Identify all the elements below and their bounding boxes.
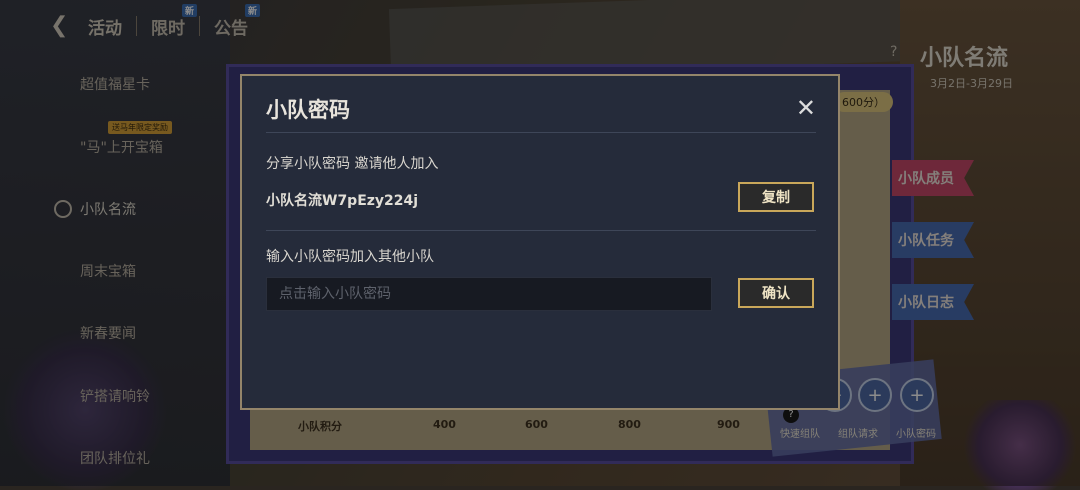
copy-button[interactable]: 复制 <box>738 182 814 212</box>
close-icon[interactable]: ✕ <box>796 94 816 122</box>
join-instruction: 输入小队密码加入其他小队 <box>266 249 434 265</box>
squad-code: 小队名流W7pEzy224j <box>266 193 419 209</box>
share-instruction: 分享小队密码 邀请他人加入 <box>266 156 439 172</box>
squad-password-dialog: 小队密码 ✕ 分享小队密码 邀请他人加入 小队名流W7pEzy224j 复制 输… <box>240 74 840 410</box>
divider <box>266 230 816 231</box>
confirm-button[interactable]: 确认 <box>738 278 814 308</box>
squad-code-input[interactable] <box>266 277 712 311</box>
divider <box>266 132 816 133</box>
dialog-title: 小队密码 <box>266 98 350 122</box>
